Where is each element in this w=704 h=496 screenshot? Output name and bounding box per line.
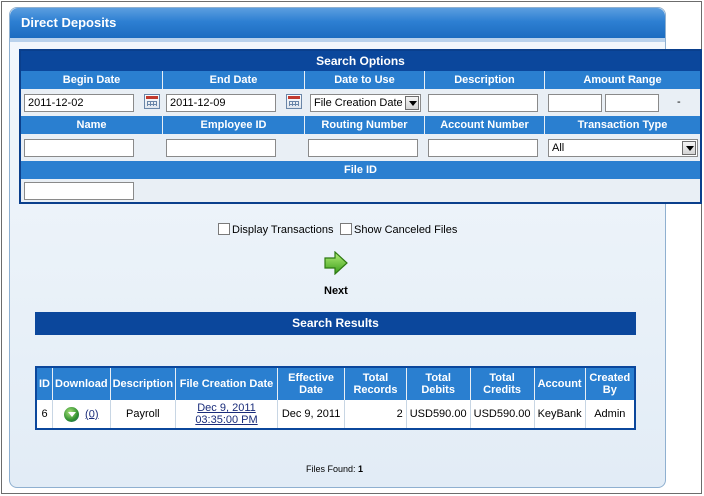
display-transactions-checkbox[interactable]: [218, 223, 230, 235]
header-description: Description: [425, 71, 545, 89]
header-begin-date: Begin Date: [21, 71, 163, 89]
results-table: ID Download Description File Creation Da…: [35, 366, 636, 430]
date-to-use-select[interactable]: File Creation Date: [310, 94, 421, 112]
transaction-type-value: All: [552, 142, 565, 154]
col-total-debits: Total Debits: [406, 367, 471, 400]
cell-download: (0): [52, 400, 111, 429]
files-found-count: 1: [358, 464, 364, 474]
file-creation-date-line1[interactable]: Dec 9, 2011: [197, 402, 256, 414]
col-effective-date: Effective Date: [277, 367, 346, 400]
header-file-id: File ID: [21, 161, 700, 179]
show-canceled-files-label: Show Canceled Files: [354, 224, 458, 236]
end-date-calendar-icon[interactable]: [286, 94, 302, 109]
col-total-credits: Total Credits: [470, 367, 535, 400]
files-found-label: Files Found:: [306, 464, 356, 474]
begin-date-calendar-icon[interactable]: [144, 94, 160, 109]
amount-max-input[interactable]: [605, 94, 659, 112]
search-options-box: Search Options Begin Date End Date Date …: [19, 49, 702, 204]
header-transaction-type: Transaction Type: [545, 116, 700, 134]
download-link[interactable]: (0): [85, 408, 98, 420]
file-creation-date-link[interactable]: Dec 9, 2011 03:35:00 PM: [195, 402, 257, 426]
cell-id: 6: [36, 400, 53, 429]
amount-range-separator: -: [677, 96, 681, 108]
col-file-creation-date: File Creation Date: [175, 367, 278, 400]
account-number-input[interactable]: [428, 139, 538, 157]
header-date-to-use: Date to Use: [305, 71, 425, 89]
cell-total-records: 2: [344, 400, 407, 429]
search-input-row-2: All: [21, 135, 700, 161]
header-name: Name: [21, 116, 163, 134]
amount-min-input[interactable]: [548, 94, 602, 112]
table-row: 6 (0) Payroll Dec 9, 2011 03:35:00 PM Dec…: [36, 400, 635, 429]
col-total-records: Total Records: [344, 367, 407, 400]
begin-date-input[interactable]: 2011-12-02: [24, 94, 134, 112]
end-date-input[interactable]: 2011-12-09: [166, 94, 276, 112]
panel-title: Direct Deposits: [10, 8, 665, 42]
results-header-row: ID Download Description File Creation Da…: [36, 367, 635, 400]
files-found: Files Found: 1: [306, 464, 363, 474]
employee-id-input[interactable]: [166, 139, 276, 157]
display-transactions-label: Display Transactions: [232, 224, 334, 236]
file-id-input[interactable]: [24, 182, 134, 200]
description-input[interactable]: [428, 94, 538, 112]
name-input[interactable]: [24, 139, 134, 157]
header-employee-id: Employee ID: [163, 116, 305, 134]
date-to-use-value: File Creation Date: [314, 97, 403, 109]
col-download: Download: [52, 367, 111, 400]
routing-number-input[interactable]: [308, 139, 418, 157]
header-amount-range: Amount Range: [545, 71, 700, 89]
show-canceled-files-checkbox[interactable]: [340, 223, 352, 235]
search-input-row-3: [21, 179, 700, 205]
cell-created-by: Admin: [585, 400, 635, 429]
search-results-title: Search Results: [35, 312, 636, 335]
next-button-label[interactable]: Next: [324, 285, 348, 297]
header-end-date: End Date: [163, 71, 305, 89]
cell-description: Payroll: [110, 400, 177, 429]
col-created-by: Created By: [585, 367, 635, 400]
download-icon[interactable]: [64, 406, 80, 422]
cell-effective-date: Dec 9, 2011: [277, 400, 346, 429]
col-account: Account: [534, 367, 586, 400]
next-arrow-icon[interactable]: [323, 251, 349, 275]
file-creation-date-line2[interactable]: 03:35:00 PM: [195, 414, 257, 426]
search-header-row-2: Name Employee ID Routing Number Account …: [21, 116, 700, 134]
chevron-down-icon[interactable]: [405, 96, 419, 110]
transaction-type-select[interactable]: All: [548, 139, 698, 157]
cell-total-debits: USD590.00: [406, 400, 471, 429]
search-input-row-1: 2011-12-02 2011-12-09 File Creation Date…: [21, 90, 700, 116]
header-routing-number: Routing Number: [305, 116, 425, 134]
cell-total-credits: USD590.00: [470, 400, 535, 429]
header-account-number: Account Number: [425, 116, 545, 134]
search-options-title: Search Options: [21, 51, 700, 71]
cell-account: KeyBank: [534, 400, 586, 429]
search-header-row-1: Begin Date End Date Date to Use Descript…: [21, 71, 700, 89]
search-header-row-3: File ID: [21, 161, 700, 179]
col-description: Description: [110, 367, 177, 400]
options-row: Display Transactions Show Canceled Files: [0, 223, 704, 239]
cell-file-creation-date: Dec 9, 2011 03:35:00 PM: [175, 400, 278, 429]
col-id: ID: [36, 367, 53, 400]
chevron-down-icon[interactable]: [682, 141, 696, 155]
